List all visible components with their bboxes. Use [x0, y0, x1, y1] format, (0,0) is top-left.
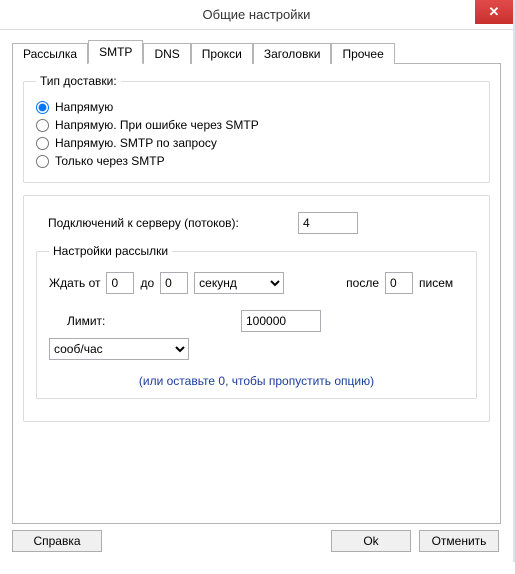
radio-smtp-only[interactable]: Только через SMTP [36, 154, 477, 168]
tab-proxy[interactable]: Прокси [191, 43, 253, 64]
radio-direct-on-error-input[interactable] [36, 119, 49, 132]
wait-from-input[interactable] [106, 272, 134, 294]
tab-smtp[interactable]: SMTP [88, 40, 143, 64]
tab-strip: Рассылка SMTP DNS Прокси Заголовки Проче… [12, 40, 501, 64]
radio-smtp-only-label: Только через SMTP [55, 154, 165, 168]
wait-from-label: Ждать от [49, 276, 100, 290]
radio-direct-on-request-label: Напрямую. SMTP по запросу [55, 136, 217, 150]
connections-input[interactable] [298, 212, 358, 234]
radio-direct-on-error-label: Напрямую. При ошибке через SMTP [55, 118, 259, 132]
ok-button[interactable]: Ok [331, 530, 411, 552]
after-label: после [346, 276, 379, 290]
close-icon: ✕ [489, 4, 500, 20]
limit-label: Лимит: [49, 314, 149, 328]
radio-direct-input[interactable] [36, 101, 49, 114]
radio-direct[interactable]: Напрямую [36, 100, 477, 114]
radio-direct-on-error[interactable]: Напрямую. При ошибке через SMTP [36, 118, 477, 132]
radio-direct-on-request[interactable]: Напрямую. SMTP по запросу [36, 136, 477, 150]
cancel-button[interactable]: Отменить [419, 530, 499, 552]
delivery-type-legend: Тип доставки: [36, 74, 121, 88]
tab-dns[interactable]: DNS [143, 43, 190, 64]
wait-to-label: до [140, 276, 154, 290]
radio-direct-label: Напрямую [55, 100, 113, 114]
letters-label: писем [419, 276, 453, 290]
help-button[interactable]: Справка [12, 530, 102, 552]
tab-headers[interactable]: Заголовки [253, 43, 332, 64]
limit-unit-select[interactable]: сооб/час [49, 338, 189, 360]
limit-input[interactable] [241, 310, 321, 332]
wait-unit-select[interactable]: секунд [194, 272, 284, 294]
close-button[interactable]: ✕ [475, 0, 513, 24]
after-input[interactable] [385, 272, 413, 294]
hint-text: (или оставьте 0, чтобы пропустить опцию) [49, 374, 464, 388]
radio-direct-on-request-input[interactable] [36, 137, 49, 150]
connections-label: Подключений к серверу (потоков): [48, 216, 288, 230]
window-title: Общие настройки [203, 7, 311, 22]
tab-mailing[interactable]: Рассылка [12, 43, 88, 64]
tab-other[interactable]: Прочее [331, 43, 394, 64]
radio-smtp-only-input[interactable] [36, 155, 49, 168]
wait-to-input[interactable] [160, 272, 188, 294]
delivery-type-group: Тип доставки: Напрямую Напрямую. При оши… [23, 74, 490, 183]
connections-group: Подключений к серверу (потоков): Настрой… [23, 195, 490, 422]
sending-settings-group: Настройки рассылки Ждать от до секунд по… [36, 244, 477, 399]
sending-settings-legend: Настройки рассылки [49, 244, 172, 258]
tab-panel-smtp: Тип доставки: Напрямую Напрямую. При оши… [12, 64, 501, 524]
